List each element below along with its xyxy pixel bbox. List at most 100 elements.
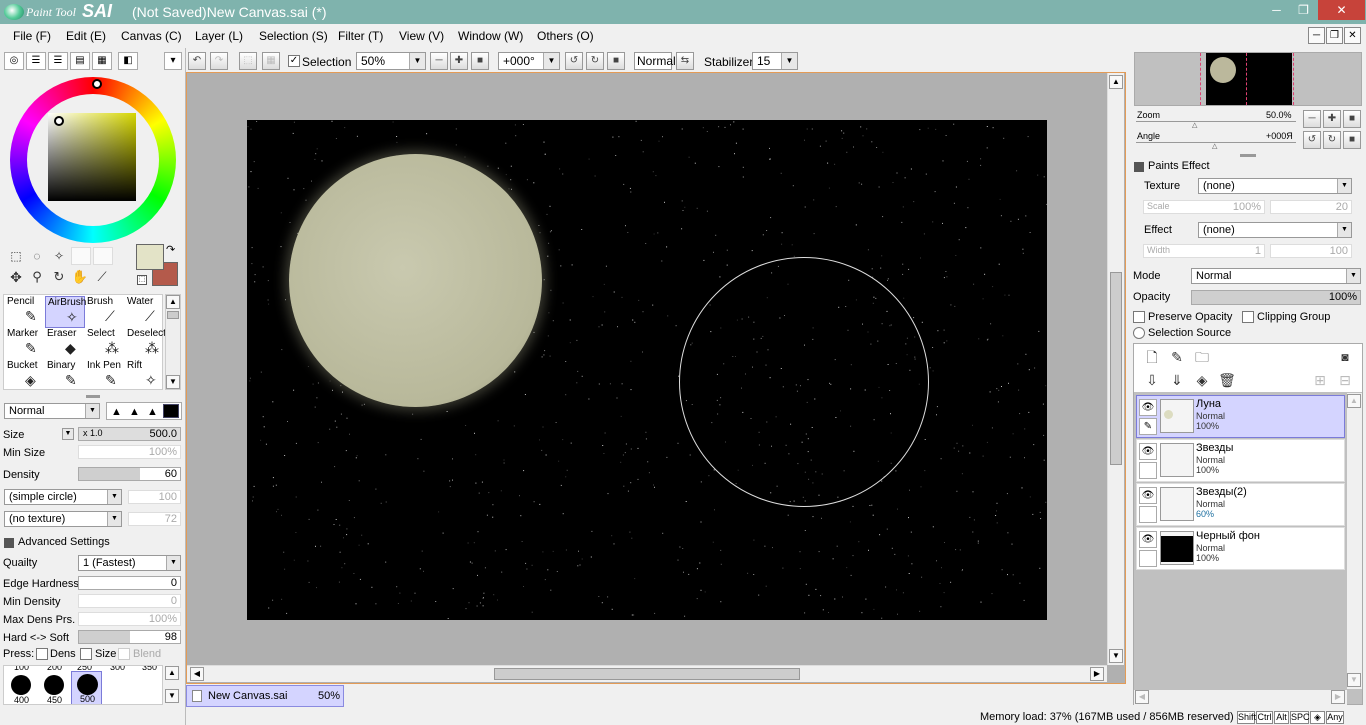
scroll-up-icon[interactable]: ▲ — [165, 666, 179, 680]
scroll-thumb[interactable] — [1110, 272, 1122, 465]
layer-horizontal-scrollbar[interactable]: ◀ ▶ — [1134, 690, 1347, 705]
merge-down-icon[interactable]: ⇓ — [1168, 371, 1186, 389]
tool-rift[interactable]: Rift ✧ — [125, 360, 165, 392]
layer-mode-select[interactable]: Normal ▼ — [1191, 268, 1361, 284]
menu-others[interactable]: Others (O) — [537, 29, 594, 43]
paints-effect-header[interactable]: Paints Effect — [1148, 160, 1210, 172]
edge-hardness-slider[interactable]: 0 — [78, 576, 181, 590]
visibility-eye-icon[interactable]: 👁 — [1139, 443, 1157, 460]
tool-binary[interactable]: Binary ✎ — [45, 360, 85, 392]
tool-brush[interactable]: Brush ⟋ — [85, 296, 125, 328]
move-icon[interactable]: ✥ — [7, 268, 25, 286]
menu-view[interactable]: View (V) — [399, 29, 444, 43]
nav-zoom-slider[interactable] — [1136, 121, 1296, 122]
document-tab[interactable]: New Canvas.sai 50% — [186, 685, 344, 707]
preserve-opacity-checkbox[interactable] — [1133, 311, 1145, 323]
brush-texture-select[interactable]: (no texture) ▼ — [4, 511, 122, 527]
brush-mode-select[interactable]: Normal ▼ — [4, 403, 100, 419]
tool-ink-pen[interactable]: Ink Pen ✎ — [85, 360, 125, 392]
selection-checkbox[interactable]: ✓ — [288, 55, 300, 67]
tool-marker[interactable]: Marker ✎ — [5, 328, 45, 360]
preset-500[interactable]: 500 — [71, 671, 102, 704]
minimize-button[interactable]: ─ — [1263, 0, 1290, 20]
tool-bucket[interactable]: Bucket ◈ — [5, 360, 45, 392]
nav-zoom-reset-icon[interactable]: ■ — [1343, 110, 1361, 128]
layer-item-zvezdy[interactable]: 👁 Звезды Normal 100% — [1136, 439, 1345, 482]
scroll-up-icon[interactable]: ▲ — [166, 295, 180, 309]
width-slider[interactable]: Width 1 — [1143, 244, 1265, 258]
new-layer-icon[interactable]: 🗋 — [1143, 348, 1161, 366]
canvas-vertical-scrollbar[interactable]: ▲ ▼ — [1107, 73, 1124, 665]
quality-select[interactable]: 1 (Fastest) ▼ — [78, 555, 181, 571]
min-density-slider[interactable]: 0 — [78, 594, 181, 608]
press-blend-checkbox[interactable] — [118, 648, 130, 660]
edit-pen-icon[interactable]: ✎ — [1139, 418, 1157, 435]
scroll-thumb[interactable] — [167, 311, 179, 319]
tool-pencil[interactable]: Pencil ✎ — [5, 296, 45, 328]
collapse-icon[interactable] — [4, 538, 14, 548]
rotate-reset-icon[interactable]: ■ — [607, 52, 625, 70]
scroll-right-icon[interactable]: ▶ — [1090, 667, 1104, 681]
scroll-up-icon[interactable]: ▲ — [1347, 394, 1361, 408]
max-dens-slider[interactable]: 100% — [78, 612, 181, 626]
texture-amount-slider[interactable]: 72 — [128, 512, 181, 526]
rotate-icon[interactable]: ↻ — [50, 268, 68, 286]
nav-rotate-left-icon[interactable]: ↺ — [1303, 131, 1321, 149]
nav-zoom-in-icon[interactable]: ✚ — [1323, 110, 1341, 128]
edit-slot[interactable] — [1139, 462, 1157, 479]
transfer-down-icon[interactable]: ⇩ — [1143, 371, 1161, 389]
rect-select-icon[interactable]: ⬚ — [7, 247, 25, 265]
zoom-out-icon[interactable]: ─ — [430, 52, 448, 70]
layer-opacity-slider[interactable]: 100% — [1191, 290, 1361, 305]
deselect-all-icon[interactable]: ⬚ — [239, 52, 257, 70]
zoom-in-icon[interactable]: ✚ — [450, 52, 468, 70]
slider-knob-icon[interactable]: △ — [1212, 142, 1217, 150]
zoom-icon[interactable]: ⚲ — [28, 268, 46, 286]
redo-icon[interactable]: ↷ — [210, 52, 228, 70]
angle-select[interactable]: +000° ▼ — [498, 52, 560, 70]
tool-select[interactable]: Select ⁂ — [85, 328, 125, 360]
canvas-horizontal-scrollbar[interactable]: ◀ ▶ — [187, 665, 1107, 682]
tool-water[interactable]: Water ⟋ — [125, 296, 165, 328]
hand-icon[interactable]: ✋ — [71, 268, 89, 286]
nav-rotate-right-icon[interactable]: ↻ — [1323, 131, 1341, 149]
effect-select[interactable]: (none) ▼ — [1198, 222, 1352, 238]
effect-strength-slider[interactable]: 100 — [1270, 244, 1352, 258]
color-wheel-tab-icon[interactable]: ◎ — [4, 52, 24, 70]
slider-knob-icon[interactable]: △ — [1192, 121, 1197, 129]
swatch-tab-icon[interactable]: ▤ — [70, 52, 90, 70]
edge-shape-1-icon[interactable]: ▲ — [111, 406, 122, 418]
apply-mask-icon[interactable]: ⊞ — [1311, 371, 1329, 389]
clipping-group-checkbox[interactable] — [1242, 311, 1254, 323]
edit-slot[interactable] — [1139, 550, 1157, 567]
layer-vertical-scrollbar[interactable]: ▲ ▼ — [1347, 393, 1362, 689]
new-linework-layer-icon[interactable]: ✎ — [1168, 348, 1186, 366]
nav-rotate-reset-icon[interactable]: ■ — [1343, 131, 1361, 149]
edge-shape-4-icon[interactable] — [163, 404, 179, 418]
menu-filter[interactable]: Filter (T) — [338, 29, 383, 43]
menu-edit[interactable]: Edit (E) — [66, 29, 106, 43]
zoom-select[interactable]: 50% ▼ — [356, 52, 426, 70]
size-slider[interactable]: x 1.0 500.0 — [78, 427, 181, 441]
scroll-left-icon[interactable]: ◀ — [1135, 690, 1149, 704]
tool-eraser[interactable]: Eraser ◆ — [45, 328, 85, 360]
invert-selection-icon[interactable]: ▦ — [262, 52, 280, 70]
rgb-slider-tab-icon[interactable]: ☰ — [26, 52, 46, 70]
scroll-down-icon[interactable]: ▼ — [165, 689, 179, 703]
view-mode-select[interactable]: Normal — [634, 52, 676, 70]
selection-source-radio[interactable] — [1133, 327, 1145, 339]
scroll-left-icon[interactable]: ◀ — [190, 667, 204, 681]
visibility-eye-icon[interactable]: 👁 — [1139, 487, 1157, 504]
restore-button[interactable]: ❐ — [1290, 0, 1317, 20]
layer-item-luna[interactable]: 👁 ✎ Луна Normal 100% — [1136, 395, 1345, 438]
rotate-left-icon[interactable]: ↺ — [565, 52, 583, 70]
scroll-thumb[interactable] — [494, 668, 800, 680]
canvas[interactable] — [247, 120, 1047, 620]
edge-shape-2-icon[interactable]: ▲ — [129, 406, 140, 418]
tool-palette-scrollbar[interactable]: ▲ ▼ — [165, 294, 181, 390]
close-button[interactable]: ✕ — [1318, 0, 1365, 20]
menu-selection[interactable]: Selection (S) — [259, 29, 328, 43]
min-size-slider[interactable]: 100% — [78, 445, 181, 459]
hard-soft-slider[interactable]: 98 — [78, 630, 181, 644]
stabilizer-select[interactable]: 15 ▼ — [752, 52, 798, 70]
